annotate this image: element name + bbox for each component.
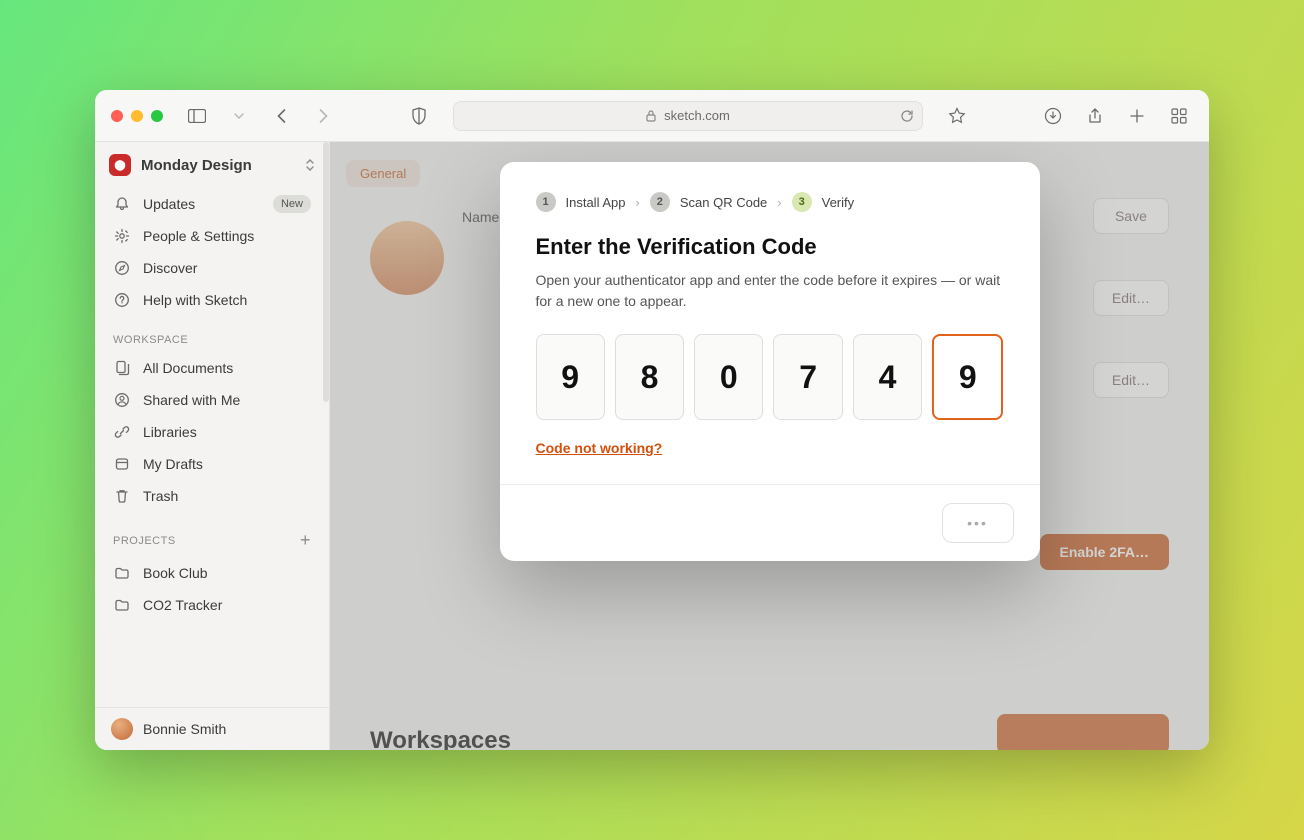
tab-grid-icon[interactable] [1165,102,1193,130]
address-bar[interactable]: sketch.com [453,101,923,131]
sidebar-item-updates[interactable]: Updates New [95,188,329,220]
workspace-selector[interactable]: ⬤ Monday Design [95,142,329,188]
sidebar: ⬤ Monday Design Updates New People & Set… [95,142,330,750]
lock-icon [646,110,656,122]
sidebar-item-trash[interactable]: Trash [95,480,329,512]
sidebar-item-discover[interactable]: Discover [95,252,329,284]
workspace-name: Monday Design [141,157,252,174]
reload-icon[interactable] [900,109,914,123]
browser-window: sketch.com ⬤ Monday Design [95,90,1209,750]
chevron-right-icon: › [636,195,640,210]
code-input-group: 9 8 0 7 4 9 [536,334,1004,420]
sidebar-item-label: Trash [143,488,178,504]
new-badge: New [273,195,311,213]
code-not-working-link[interactable]: Code not working? [536,440,663,456]
verify-modal: 1 Install App › 2 Scan QR Code › 3 Verif… [500,162,1040,561]
star-icon[interactable] [943,102,971,130]
modal-title: Enter the Verification Code [536,234,1004,260]
app-body: ⬤ Monday Design Updates New People & Set… [95,142,1209,750]
step-label: Install App [566,195,626,210]
updown-icon [305,157,315,173]
step-number: 3 [792,192,812,212]
main-content: General Name Save Edit… Edit… Enable 2FA… [330,142,1209,750]
step-label: Scan QR Code [680,195,767,210]
forward-button[interactable] [309,102,337,130]
sidebar-item-libraries[interactable]: Libraries [95,416,329,448]
sidebar-item-label: Shared with Me [143,392,240,408]
trash-icon [113,487,131,505]
documents-icon [113,359,131,377]
window-zoom-button[interactable] [151,110,163,122]
sidebar-item-shared[interactable]: Shared with Me [95,384,329,416]
sidebar-item-label: All Documents [143,360,233,376]
current-user-button[interactable]: Bonnie Smith [95,707,329,750]
browser-toolbar: sketch.com [95,90,1209,142]
modal-footer: ••• [500,484,1040,561]
sidebar-project-item[interactable]: Book Club [95,557,329,589]
code-digit-input[interactable]: 7 [773,334,842,420]
bell-icon [113,195,131,213]
folder-icon [113,596,131,614]
sidebar-item-label: Libraries [143,424,197,440]
sidebar-section-projects: PROJECTS + [95,512,329,557]
compass-icon [113,259,131,277]
code-digit-input[interactable]: 9 [536,334,605,420]
sidebar-item-all-documents[interactable]: All Documents [95,352,329,384]
sidebar-scrollbar[interactable] [323,142,329,402]
url-text: sketch.com [664,108,730,123]
chevron-right-icon: › [777,195,781,210]
project-label: CO2 Tracker [143,597,222,613]
sidebar-toggle-icon[interactable] [183,102,211,130]
step-number: 2 [650,192,670,212]
code-digit-input[interactable]: 8 [615,334,684,420]
workspace-logo-icon: ⬤ [109,154,131,176]
sidebar-item-label: People & Settings [143,228,254,244]
sidebar-section-workspace: WORKSPACE [95,316,329,352]
chevron-down-icon[interactable] [225,102,253,130]
window-close-button[interactable] [111,110,123,122]
step-indicator: 1 Install App › 2 Scan QR Code › 3 Verif… [536,192,1004,212]
add-project-button[interactable]: + [300,530,311,551]
shield-icon[interactable] [405,102,433,130]
gear-icon [113,227,131,245]
folder-icon [113,564,131,582]
new-tab-icon[interactable] [1123,102,1151,130]
sidebar-item-label: Updates [143,196,195,212]
submit-loading-button[interactable]: ••• [942,503,1014,543]
window-minimize-button[interactable] [131,110,143,122]
help-icon [113,291,131,309]
share-icon[interactable] [1081,102,1109,130]
sidebar-item-people-settings[interactable]: People & Settings [95,220,329,252]
sidebar-item-help[interactable]: Help with Sketch [95,284,329,316]
person-icon [113,391,131,409]
sidebar-item-drafts[interactable]: My Drafts [95,448,329,480]
user-name: Bonnie Smith [143,721,226,737]
back-button[interactable] [267,102,295,130]
drafts-icon [113,455,131,473]
sidebar-item-label: Discover [143,260,197,276]
sidebar-item-label: Help with Sketch [143,292,247,308]
modal-description: Open your authenticator app and enter th… [536,270,1004,312]
step-number: 1 [536,192,556,212]
code-digit-input[interactable]: 4 [853,334,922,420]
sidebar-item-label: My Drafts [143,456,203,472]
step-label: Verify [822,195,855,210]
project-label: Book Club [143,565,208,581]
code-digit-input[interactable]: 9 [932,334,1003,420]
sidebar-project-item[interactable]: CO2 Tracker [95,589,329,621]
downloads-icon[interactable] [1039,102,1067,130]
modal-overlay[interactable]: 1 Install App › 2 Scan QR Code › 3 Verif… [330,142,1209,750]
code-digit-input[interactable]: 0 [694,334,763,420]
link-icon [113,423,131,441]
user-avatar-icon [111,718,133,740]
traffic-lights[interactable] [111,110,163,122]
